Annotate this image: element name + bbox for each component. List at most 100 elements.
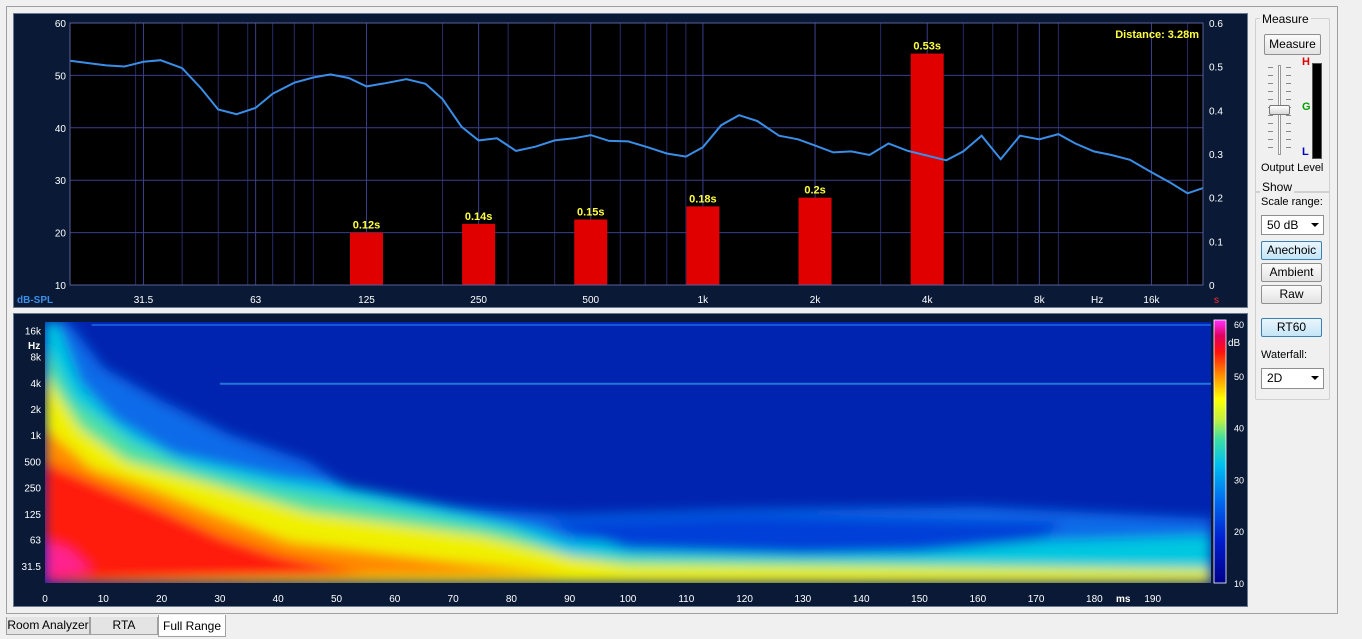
output-level-slider[interactable] xyxy=(1264,65,1294,175)
freq-tick-label: 4k xyxy=(922,295,934,306)
rt60-bar xyxy=(686,206,720,285)
time-unit-label: ms xyxy=(1116,594,1131,605)
freq-tick-label-waterfall: 16k xyxy=(25,326,42,337)
time-tick-label: 120 xyxy=(736,594,753,605)
scale-range-label: Scale range: xyxy=(1261,196,1323,208)
measure-group-title: Measure xyxy=(1260,12,1311,26)
color-tick-label: 20 xyxy=(1234,527,1244,537)
level-tick-label: 40 xyxy=(55,124,67,135)
color-scale-bar xyxy=(1213,319,1227,584)
rt60-bar xyxy=(462,223,496,285)
resonance-streak xyxy=(219,382,1211,385)
time-tick-label: 180 xyxy=(1086,594,1103,605)
time-tick-label: 130 xyxy=(795,594,812,605)
time-tick-label: 160 xyxy=(969,594,986,605)
plot-area xyxy=(70,23,1203,285)
rt-tick-label: 0.5 xyxy=(1209,63,1223,74)
rt60-bar-label: 0.14s xyxy=(465,211,493,223)
rt60-bar xyxy=(574,219,608,285)
freq-tick-label-waterfall: 125 xyxy=(24,510,41,521)
freq-tick-label-waterfall: 250 xyxy=(24,484,41,495)
frequency-response-panel: 0.12s 0.14s 0.15s 0.18s 0.2s 0.53s 31.5 63 125 2… xyxy=(13,13,1248,308)
freq-tick-label: 250 xyxy=(470,295,487,306)
frequency-response-chart: 0.12s0.14s 0.15s0.18s0.2s0.53s 31.5 63 125 2… xyxy=(17,19,1223,306)
freq-tick-label-waterfall: 500 xyxy=(24,457,41,468)
color-tick-label: 30 xyxy=(1234,475,1244,485)
output-level-meter xyxy=(1312,63,1322,159)
level-tick-label: 30 xyxy=(55,176,67,187)
rt60-button[interactable]: RT60 xyxy=(1261,318,1322,337)
time-tick-label: 30 xyxy=(214,594,226,605)
resonance-streak xyxy=(91,323,1211,326)
right-unit-label: s xyxy=(1214,295,1219,306)
time-tick-label: 40 xyxy=(273,594,285,605)
show-group-title: Show xyxy=(1260,180,1295,194)
rt60-bar-label: 0.2s xyxy=(804,185,825,197)
time-tick-label: 10 xyxy=(98,594,110,605)
freq-tick-label: 8k xyxy=(1034,295,1046,306)
freq-tick-label: 2k xyxy=(810,295,822,306)
raw-button[interactable]: Raw xyxy=(1261,285,1322,304)
meter-good-label: G xyxy=(1302,101,1311,113)
time-tick-label: 50 xyxy=(331,594,343,605)
level-tick-label: 60 xyxy=(55,19,67,30)
freq-tick-label: 500 xyxy=(582,295,599,306)
level-tick-label: 20 xyxy=(55,229,67,240)
tab-room-analyzer[interactable]: Room Analyzer xyxy=(6,617,90,635)
time-tick-label: 60 xyxy=(389,594,401,605)
scale-range-select[interactable]: 50 dB xyxy=(1261,215,1324,235)
freq-tick-label: 63 xyxy=(250,295,262,306)
left-unit-label: dB-SPL xyxy=(17,295,53,306)
waterfall-panel: 0 10 20 30 40 50 60 70 80 90 100 110 120 130 140 150 160… xyxy=(13,313,1248,607)
scale-unit-label: dB xyxy=(1228,338,1241,349)
time-tick-label: 70 xyxy=(448,594,460,605)
rt60-bar-label: 0.18s xyxy=(689,193,717,205)
freq-tick-label: 31.5 xyxy=(134,295,154,306)
freq-tick-label-waterfall: 2k xyxy=(30,405,42,416)
tab-rta[interactable]: RTA xyxy=(90,617,158,635)
rt60-bar xyxy=(910,53,944,285)
freq-tick-label-waterfall: 31.5 xyxy=(22,562,42,573)
rt60-bar-label: 0.53s xyxy=(913,41,941,53)
tab-full-range[interactable]: Full Range xyxy=(158,615,226,637)
freq-tick-label-waterfall: 63 xyxy=(30,536,42,547)
freq-unit-label-waterfall: Hz xyxy=(28,341,40,352)
tab-bar: Room Analyzer RTA Full Range xyxy=(6,615,606,639)
distance-annotation: Distance: 3.28m xyxy=(1115,29,1199,41)
waterfall-chart: 0 10 20 30 40 50 60 70 80 90 100 110 120 130 140 150 160… xyxy=(22,319,1244,605)
time-tick-label: 140 xyxy=(853,594,870,605)
anechoic-button[interactable]: Anechoic xyxy=(1261,241,1322,260)
freq-tick-label: 16k xyxy=(1143,295,1160,306)
rt-tick-label: 0 xyxy=(1209,281,1215,292)
rt-tick-label: 0.1 xyxy=(1209,237,1223,248)
rt60-bar-label: 0.12s xyxy=(353,220,381,232)
measure-button[interactable]: Measure xyxy=(1264,34,1321,55)
level-tick-label: 50 xyxy=(55,71,67,82)
color-tick-label: 60 xyxy=(1234,320,1244,330)
ambient-button[interactable]: Ambient xyxy=(1261,263,1322,282)
time-tick-label: 100 xyxy=(620,594,637,605)
color-tick-label: 10 xyxy=(1234,579,1244,589)
time-tick-label: 150 xyxy=(911,594,928,605)
waterfall-value: 2D xyxy=(1267,371,1283,385)
rt-tick-label: 0.2 xyxy=(1209,194,1223,205)
time-tick-label: 170 xyxy=(1028,594,1045,605)
freq-tick-label-waterfall: 4k xyxy=(30,379,42,390)
time-tick-label: 110 xyxy=(678,594,694,605)
rt-tick-label: 0.4 xyxy=(1209,106,1223,117)
rt-tick-label: 0.3 xyxy=(1209,150,1223,161)
rt60-bar xyxy=(349,232,383,285)
freq-unit-label: Hz xyxy=(1091,295,1103,306)
chevron-down-icon xyxy=(1311,376,1319,380)
freq-tick-label: 1k xyxy=(698,295,710,306)
meter-high-label: H xyxy=(1302,56,1310,68)
side-panel: Measure Measure H G L Output Level Show … xyxy=(1255,12,1330,400)
rt60-bar-label: 0.15s xyxy=(577,207,605,219)
chevron-down-icon xyxy=(1311,223,1319,227)
time-tick-label: 0 xyxy=(42,594,48,605)
slider-thumb[interactable] xyxy=(1269,105,1290,115)
waterfall-select[interactable]: 2D xyxy=(1261,368,1324,389)
color-tick-label: 40 xyxy=(1234,424,1244,434)
freq-tick-label: 125 xyxy=(358,295,375,306)
rt60-bar xyxy=(798,197,832,285)
